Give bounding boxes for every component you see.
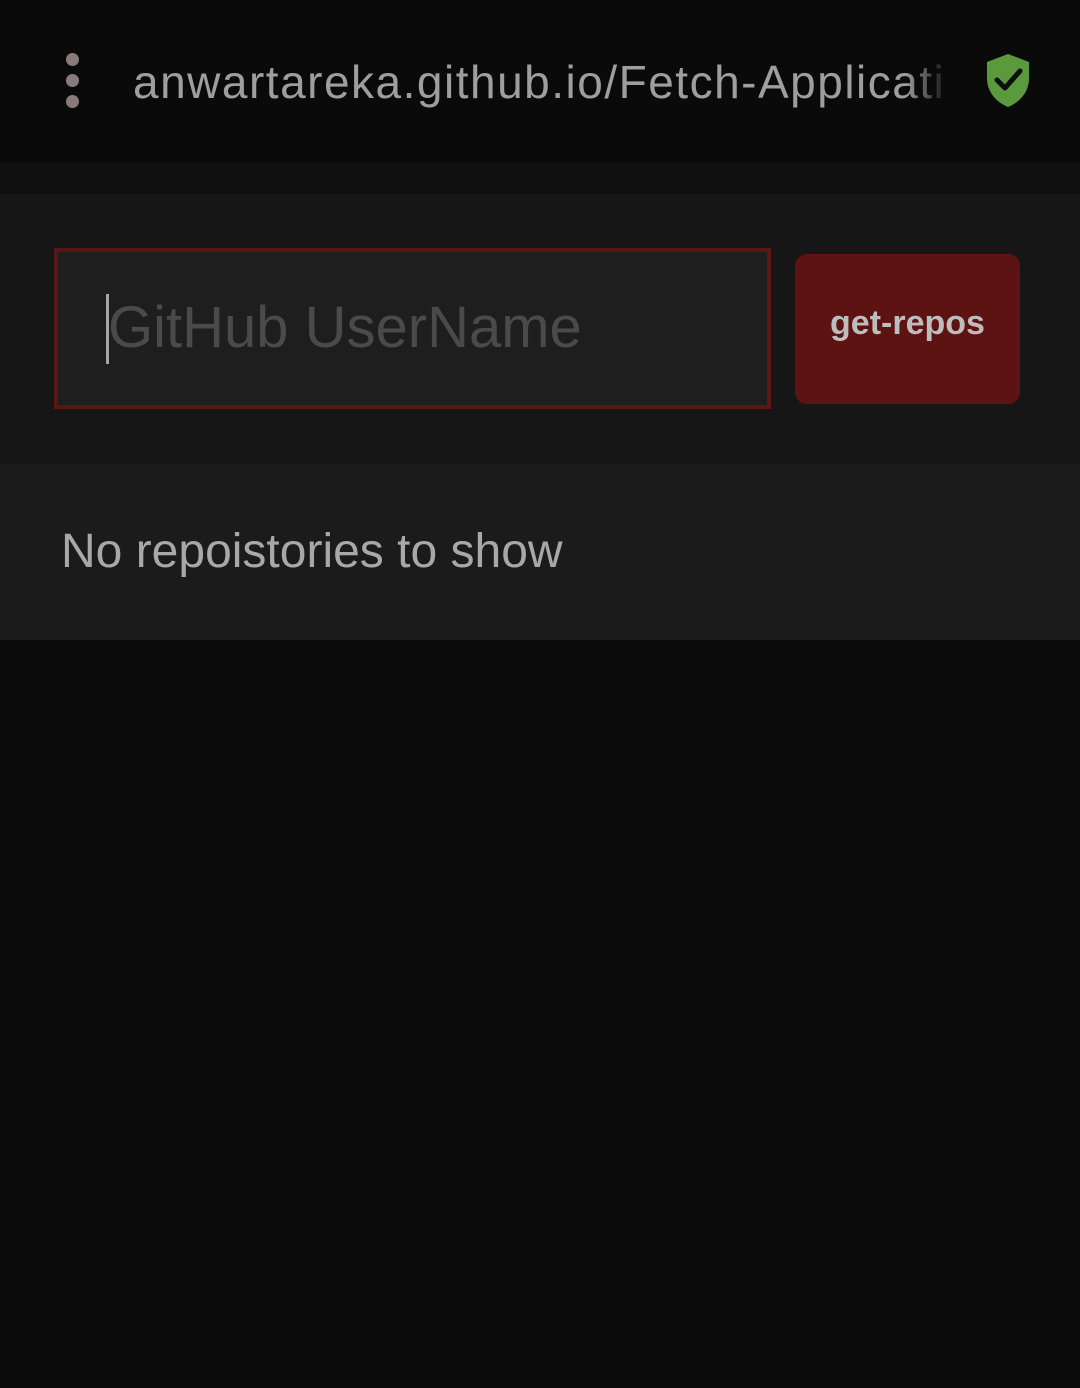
page-background <box>0 640 1080 1388</box>
address-bar-url[interactable]: anwartareka.github.io/Fetch-Application <box>133 52 945 112</box>
repositories-list: No repoistories to show <box>0 464 1080 640</box>
browser-menu-button[interactable] <box>50 50 94 110</box>
browser-toolbar: anwartareka.github.io/Fetch-Application <box>0 0 1080 163</box>
vertical-ellipsis-icon <box>65 52 79 66</box>
username-placeholder: GitHub UserName <box>108 295 582 360</box>
get-repos-button[interactable]: get-repos <box>795 254 1020 404</box>
text-caret <box>106 294 109 364</box>
shield-check-icon[interactable] <box>984 52 1032 108</box>
vertical-ellipsis-icon-dot <box>65 94 79 108</box>
vertical-ellipsis-icon-dot <box>65 73 79 87</box>
empty-state-message: No repoistories to show <box>61 525 563 578</box>
toolbar-divider <box>0 163 1080 194</box>
github-username-input[interactable]: GitHub UserName <box>54 248 771 409</box>
get-repos-label: get-repos <box>830 303 985 342</box>
search-form: GitHub UserName get-repos <box>0 194 1080 464</box>
